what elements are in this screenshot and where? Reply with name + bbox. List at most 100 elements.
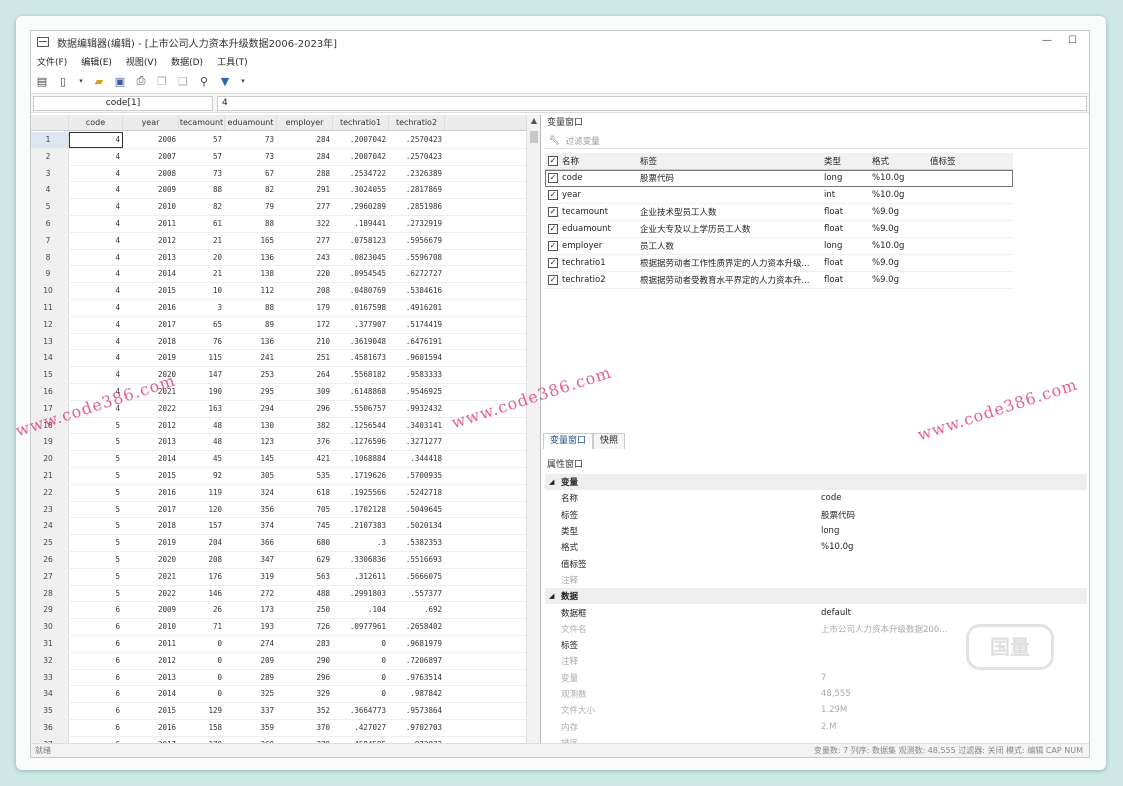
property-row[interactable]: 文件大小 1.29M bbox=[545, 702, 1087, 718]
cell-techratio1[interactable]: .6148868 bbox=[333, 384, 389, 400]
cell-techratio2[interactable]: .6476191 bbox=[389, 334, 445, 350]
cell-techratio2[interactable]: .9763514 bbox=[389, 670, 445, 686]
column-header-year[interactable]: year bbox=[123, 115, 179, 130]
cell-techratio1[interactable]: .5506757 bbox=[333, 401, 389, 417]
row-number[interactable]: 10 bbox=[31, 283, 69, 299]
cell-techratio1[interactable]: .5568182 bbox=[333, 367, 389, 383]
row-number[interactable]: 8 bbox=[31, 249, 69, 266]
cell-employer[interactable]: 296 bbox=[277, 670, 333, 686]
cell-eduamount[interactable]: 347 bbox=[225, 552, 277, 568]
cell-employer[interactable]: 680 bbox=[277, 535, 333, 551]
cell-eduamount[interactable]: 79 bbox=[225, 199, 277, 215]
cell-year[interactable]: 2021 bbox=[123, 384, 179, 400]
cell-year[interactable]: 2010 bbox=[123, 619, 179, 635]
cell-techratio2[interactable]: .5382353 bbox=[389, 535, 445, 551]
cell-employer[interactable]: 376 bbox=[277, 434, 333, 450]
row-number[interactable]: 32 bbox=[31, 652, 69, 669]
cell-eduamount[interactable]: 136 bbox=[225, 250, 277, 266]
cell-code[interactable]: 4 bbox=[69, 367, 123, 383]
cell-employer[interactable]: 329 bbox=[277, 686, 333, 702]
cell-tecamount[interactable]: 48 bbox=[179, 434, 225, 450]
cell-techratio1[interactable]: 0 bbox=[333, 653, 389, 669]
cell-year[interactable]: 2012 bbox=[123, 653, 179, 669]
variable-checkbox[interactable]: ✓ bbox=[548, 241, 558, 251]
cell-eduamount[interactable]: 272 bbox=[225, 586, 277, 602]
cell-tecamount[interactable]: 71 bbox=[179, 619, 225, 635]
column-header-techratio1[interactable]: techratio1 bbox=[333, 115, 389, 130]
cell-employer[interactable]: 535 bbox=[277, 468, 333, 484]
cell-eduamount[interactable]: 295 bbox=[225, 384, 277, 400]
cell-eduamount[interactable]: 88 bbox=[225, 300, 277, 316]
cell-tecamount[interactable]: 48 bbox=[179, 418, 225, 434]
cell-employer[interactable]: 277 bbox=[277, 199, 333, 215]
property-row[interactable]: 标签 股票代码 bbox=[545, 507, 1087, 523]
cell-techratio1[interactable]: .0977961 bbox=[333, 619, 389, 635]
tab-variables[interactable]: 变量窗口 bbox=[543, 433, 594, 449]
cell-year[interactable]: 2018 bbox=[123, 518, 179, 534]
variable-row[interactable]: ✓ year int %10.0g bbox=[545, 187, 1013, 204]
cell-employer[interactable]: 421 bbox=[277, 451, 333, 467]
cell-techratio2[interactable]: .6272727 bbox=[389, 266, 445, 282]
row-number[interactable]: 19 bbox=[31, 434, 69, 451]
cell-code[interactable]: 5 bbox=[69, 418, 123, 434]
save-icon[interactable]: ▣ bbox=[113, 75, 127, 88]
cell-employer[interactable]: 179 bbox=[277, 300, 333, 316]
cell-year[interactable]: 2019 bbox=[123, 350, 179, 366]
cell-employer[interactable]: 288 bbox=[277, 166, 333, 182]
menu-data[interactable]: 数据(D) bbox=[171, 55, 203, 68]
cell-code[interactable]: 4 bbox=[69, 300, 123, 316]
cell-tecamount[interactable]: 0 bbox=[179, 670, 225, 686]
cell-code[interactable]: 5 bbox=[69, 434, 123, 450]
cell-code[interactable]: 5 bbox=[69, 569, 123, 585]
cell-employer[interactable]: 309 bbox=[277, 384, 333, 400]
row-number[interactable]: 29 bbox=[31, 602, 69, 619]
cell-employer[interactable]: 210 bbox=[277, 334, 333, 350]
cell-eduamount[interactable]: 73 bbox=[225, 132, 277, 148]
cell-year[interactable]: 2011 bbox=[123, 636, 179, 652]
cell-employer[interactable]: 296 bbox=[277, 401, 333, 417]
collapse-icon[interactable]: ◢ bbox=[549, 478, 561, 486]
cell-tecamount[interactable]: 57 bbox=[179, 149, 225, 165]
cell-tecamount[interactable]: 119 bbox=[179, 485, 225, 501]
cell-code[interactable]: 6 bbox=[69, 703, 123, 719]
row-number[interactable]: 21 bbox=[31, 467, 69, 484]
cell-year[interactable]: 2012 bbox=[123, 233, 179, 249]
cell-employer[interactable]: 563 bbox=[277, 569, 333, 585]
cell-year[interactable]: 2013 bbox=[123, 670, 179, 686]
cell-tecamount[interactable]: 21 bbox=[179, 233, 225, 249]
cell-eduamount[interactable]: 123 bbox=[225, 434, 277, 450]
cell-techratio2[interactable]: .9932432 bbox=[389, 401, 445, 417]
cell-employer[interactable]: 290 bbox=[277, 653, 333, 669]
cell-year[interactable]: 2016 bbox=[123, 485, 179, 501]
row-number[interactable]: 5 bbox=[31, 199, 69, 215]
variable-checkbox[interactable]: ✓ bbox=[548, 190, 558, 200]
cell-techratio1[interactable]: .1276596 bbox=[333, 434, 389, 450]
cell-tecamount[interactable]: 57 bbox=[179, 132, 225, 148]
cell-value-input[interactable]: 4 bbox=[217, 96, 1087, 111]
row-number[interactable]: 36 bbox=[31, 719, 69, 736]
cell-tecamount[interactable]: 0 bbox=[179, 636, 225, 652]
cell-tecamount[interactable]: 204 bbox=[179, 535, 225, 551]
cell-tecamount[interactable]: 3 bbox=[179, 300, 225, 316]
row-number[interactable]: 2 bbox=[31, 148, 69, 165]
cell-year[interactable]: 2009 bbox=[123, 182, 179, 198]
document-icon[interactable]: ▯ bbox=[56, 75, 70, 88]
cell-employer[interactable]: 284 bbox=[277, 132, 333, 148]
cell-code[interactable]: 4 bbox=[69, 266, 123, 282]
cell-eduamount[interactable]: 305 bbox=[225, 468, 277, 484]
cell-techratio1[interactable]: .377907 bbox=[333, 317, 389, 333]
cell-techratio1[interactable]: .3 bbox=[333, 535, 389, 551]
cell-tecamount[interactable]: 176 bbox=[179, 569, 225, 585]
cell-tecamount[interactable]: 157 bbox=[179, 518, 225, 534]
cell-year[interactable]: 2012 bbox=[123, 418, 179, 434]
cell-eduamount[interactable]: 337 bbox=[225, 703, 277, 719]
cell-tecamount[interactable]: 129 bbox=[179, 703, 225, 719]
cell-code[interactable]: 4 bbox=[69, 334, 123, 350]
cell-eduamount[interactable]: 374 bbox=[225, 518, 277, 534]
row-number[interactable]: 16 bbox=[31, 383, 69, 400]
property-row[interactable]: 名称 code bbox=[545, 490, 1087, 506]
cell-code[interactable]: 6 bbox=[69, 720, 123, 736]
row-number[interactable]: 15 bbox=[31, 367, 69, 383]
row-number[interactable]: 35 bbox=[31, 703, 69, 719]
variable-checkbox[interactable]: ✓ bbox=[548, 224, 558, 234]
